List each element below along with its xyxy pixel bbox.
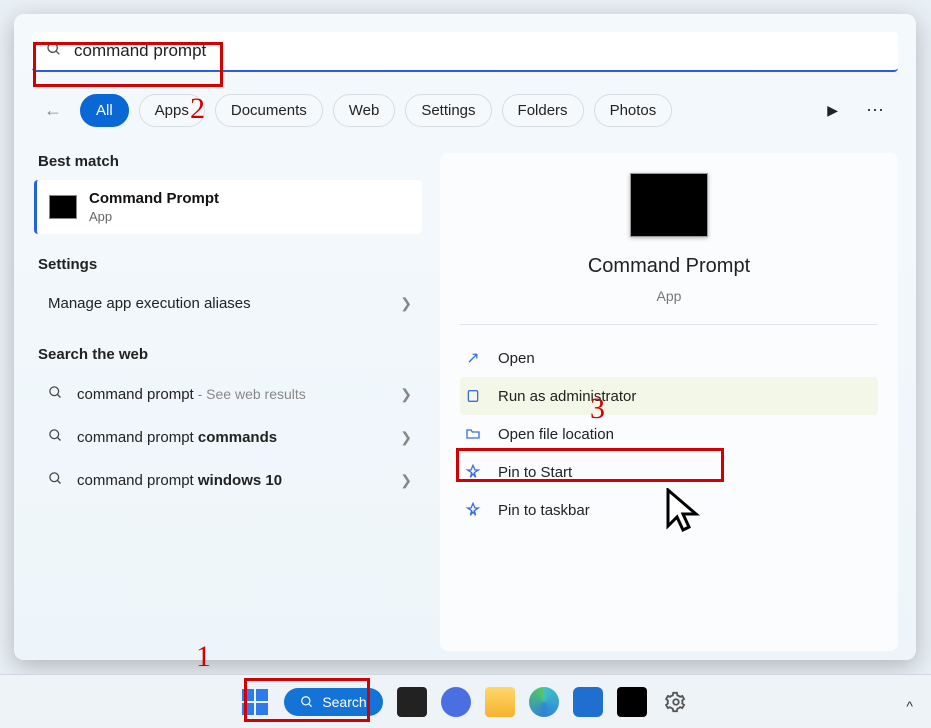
play-icon[interactable]: ▶ xyxy=(817,96,848,125)
chevron-right-icon: ❯ xyxy=(400,295,412,312)
filter-tabs: ← All Apps Documents Web Settings Folder… xyxy=(32,94,898,127)
chevron-right-icon: ❯ xyxy=(400,472,412,489)
preview-title: Command Prompt xyxy=(588,255,750,278)
tab-web[interactable]: Web xyxy=(333,94,396,127)
pin-icon xyxy=(464,501,482,519)
results-column: Best match Command Prompt App Settings M… xyxy=(32,153,422,651)
command-prompt-taskbar-icon[interactable] xyxy=(617,687,647,717)
search-icon xyxy=(46,41,62,62)
web-result-1[interactable]: command prompt - See web results ❯ xyxy=(32,373,422,416)
settings-item[interactable]: Manage app execution aliases ❯ xyxy=(32,283,422,324)
divider xyxy=(460,324,878,325)
action-run-as-administrator[interactable]: Run as administrator xyxy=(460,377,878,415)
tab-settings[interactable]: Settings xyxy=(405,94,491,127)
start-search-window: ← All Apps Documents Web Settings Folder… xyxy=(14,14,916,660)
command-prompt-icon xyxy=(630,173,708,237)
tab-folders[interactable]: Folders xyxy=(502,94,584,127)
action-pin-to-taskbar[interactable]: Pin to taskbar xyxy=(460,491,878,529)
search-input[interactable] xyxy=(74,41,884,61)
open-icon: ↗ xyxy=(464,349,482,367)
start-button[interactable] xyxy=(240,687,270,717)
best-match-title: Command Prompt xyxy=(89,190,219,207)
best-match-label: Best match xyxy=(38,153,422,170)
more-icon[interactable]: ⋯ xyxy=(858,96,894,125)
taskbar: Search ^ xyxy=(0,674,931,728)
web-result-2[interactable]: command prompt commands ❯ xyxy=(32,416,422,459)
preview-pane: Command Prompt App ↗ Open Run as adminis… xyxy=(440,153,898,651)
pin-icon xyxy=(464,463,482,481)
action-open-file-location[interactable]: Open file location xyxy=(460,415,878,453)
tab-photos[interactable]: Photos xyxy=(594,94,673,127)
settings-icon[interactable] xyxy=(661,687,691,717)
settings-section-label: Settings xyxy=(38,256,422,273)
preview-subtitle: App xyxy=(657,288,682,304)
search-field[interactable] xyxy=(32,32,898,72)
file-explorer-icon[interactable] xyxy=(485,687,515,717)
action-pin-to-start[interactable]: Pin to Start xyxy=(460,453,878,491)
back-button[interactable]: ← xyxy=(36,96,70,125)
system-tray-chevron-icon[interactable]: ^ xyxy=(906,698,913,714)
search-icon xyxy=(48,471,63,490)
chat-icon[interactable] xyxy=(441,687,471,717)
search-icon xyxy=(48,428,63,447)
task-view-icon[interactable] xyxy=(397,687,427,717)
search-icon xyxy=(48,385,63,404)
tab-all[interactable]: All xyxy=(80,94,129,127)
chevron-right-icon: ❯ xyxy=(400,386,412,403)
action-open[interactable]: ↗ Open xyxy=(460,339,878,377)
web-result-3[interactable]: command prompt windows 10 ❯ xyxy=(32,459,422,502)
store-icon[interactable] xyxy=(573,687,603,717)
command-prompt-icon xyxy=(49,195,77,219)
best-match-item[interactable]: Command Prompt App xyxy=(34,180,422,234)
best-match-subtitle: App xyxy=(89,209,219,224)
shield-icon xyxy=(464,387,482,405)
edge-icon[interactable] xyxy=(529,687,559,717)
web-section-label: Search the web xyxy=(38,346,422,363)
folder-icon xyxy=(464,425,482,443)
taskbar-search-button[interactable]: Search xyxy=(284,688,382,716)
tab-documents[interactable]: Documents xyxy=(215,94,323,127)
chevron-right-icon: ❯ xyxy=(400,429,412,446)
tab-apps[interactable]: Apps xyxy=(139,94,205,127)
